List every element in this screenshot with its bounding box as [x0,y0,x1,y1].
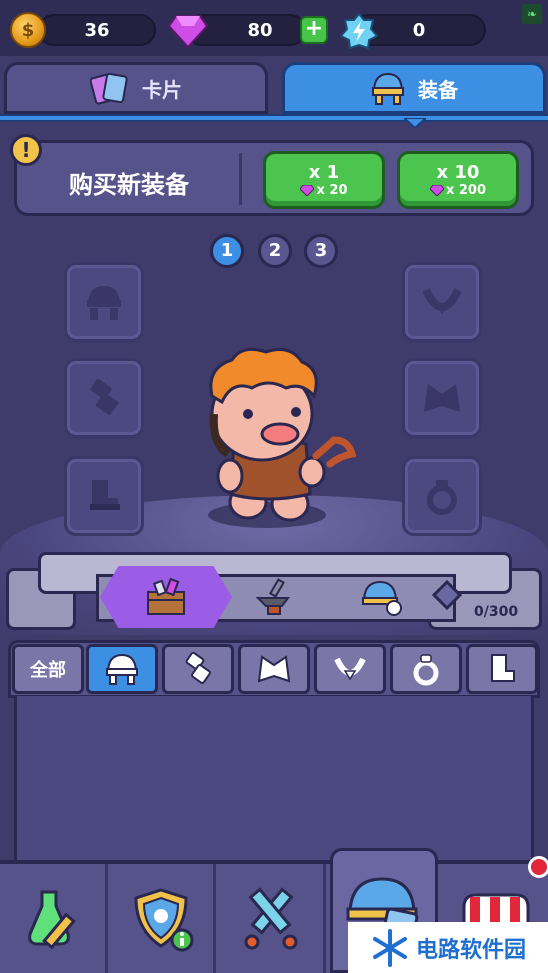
boots-icon [491,654,515,682]
caveman-character [209,347,357,522]
anvil-icon [255,578,290,615]
filter-necklace[interactable] [314,644,386,694]
nav-battle[interactable] [218,864,326,973]
necklace-icon [422,288,462,314]
category-forge[interactable] [244,576,304,620]
coin-icon: $ [10,12,46,48]
helmet-icon [362,580,402,616]
crossed-swords-icon [244,886,297,949]
leaf-icon[interactable]: ❧ [522,4,542,24]
slot-ring[interactable] [402,456,482,536]
tab-pointer [404,118,426,128]
treasure-chest-icon [147,578,185,615]
armor-icon [90,378,119,415]
diamond-marker-icon [432,580,462,610]
inventory-count: 0/300 [474,604,519,620]
gem-icon [300,185,315,196]
notification-dot [528,856,548,878]
tab-equipment-label: 装备 [418,77,458,102]
watermark-text: 电路软件园 [415,937,526,963]
tab-cards[interactable]: 卡片 [4,62,268,114]
buy-multi-cost: x 200 [429,183,487,198]
nav-profile[interactable] [108,864,216,973]
coin-value: 36 [84,19,110,41]
watermark: 电路软件园 [348,922,548,973]
filter-all[interactable]: 全部 [12,644,84,694]
tab-underline [0,114,548,122]
category-salvage[interactable] [352,576,412,620]
armor-icon [185,651,211,684]
filter-ring[interactable] [390,644,462,694]
boots-icon [90,480,120,510]
filter-helmet[interactable] [86,644,158,694]
cards-icon [90,72,128,105]
buy-multi-button[interactable]: x 10 x 200 [397,151,519,209]
nav-alchemy[interactable] [0,864,108,973]
category-chest[interactable] [136,576,196,620]
gem-value: 80 [247,19,273,41]
snowflake-logo-icon [372,928,407,967]
add-gems-button[interactable]: + [300,16,328,44]
buy-title: 购买新装备 [69,171,189,199]
buy-multi-label: x 10 [436,162,480,183]
page-dot-3[interactable]: 3 [304,234,338,268]
energy-icon [340,12,378,50]
gem-icon [168,15,208,48]
ring-icon [413,654,439,686]
buy-equipment-panel: 购买新装备 x 1 x 20 x 10 x 200 [14,140,534,216]
cape-icon [257,655,291,683]
ring-icon [427,480,457,515]
gem-icon [429,185,444,196]
slot-armor[interactable] [64,358,144,438]
filter-boots[interactable] [466,644,538,694]
coin-counter: 36 [38,14,156,46]
slot-necklace[interactable] [402,262,482,342]
buy-single-cost: x 20 [300,183,348,198]
helmet-icon [106,653,138,685]
energy-value: 0 [412,19,426,41]
filter-all-label: 全部 [30,660,66,681]
tab-cards-label: 卡片 [142,77,182,102]
buy-single-label: x 1 [308,162,340,183]
inventory-grid[interactable] [14,696,534,864]
buy-single-button[interactable]: x 1 x 20 [263,151,385,209]
shield-info-icon [133,887,193,951]
potion-tools-icon [27,890,76,949]
filter-cape[interactable] [238,644,310,694]
buy-multi-cost-value: x 200 [445,183,487,198]
slot-helmet[interactable] [64,262,144,342]
buy-divider [239,153,242,205]
tab-equipment[interactable]: 装备 [282,62,546,114]
helmet-icon [87,286,121,320]
necklace-icon [334,657,366,681]
helmet-icon [372,72,404,105]
alert-icon[interactable]: ! [10,134,42,166]
page-dot-2[interactable]: 2 [258,234,292,268]
buy-single-cost-value: x 20 [316,183,348,198]
slot-boots[interactable] [64,456,144,536]
slot-cape[interactable] [402,358,482,438]
cape-icon [424,384,460,412]
filter-armor[interactable] [162,644,234,694]
page-dot-1[interactable]: 1 [210,234,244,268]
